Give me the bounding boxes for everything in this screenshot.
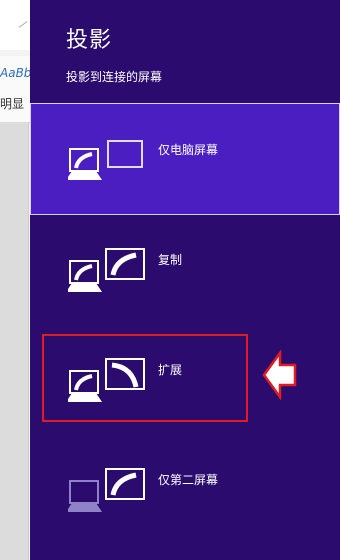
option-label: 扩展 [158, 363, 183, 377]
panel-title: 投影 [66, 28, 113, 53]
duplicate-icon [68, 248, 145, 292]
pc-screen-only-icon [68, 140, 143, 180]
option-duplicate[interactable]: 复制 [30, 215, 340, 327]
option-label: 复制 [158, 253, 183, 267]
background-app: AaBbC 明显 [0, 0, 40, 560]
project-panel: 投影 投影到连接的屏幕 仅电脑屏幕 复制 扩展 仅第二屏幕 [30, 0, 340, 560]
option-pc-screen-only[interactable]: 仅电脑屏幕 [30, 103, 340, 215]
left-arrow-outline-icon [262, 350, 297, 400]
option-label: 仅第二屏幕 [158, 473, 219, 487]
background-toolbar [0, 0, 34, 50]
panel-subtitle: 投影到连接的屏幕 [66, 70, 163, 84]
option-second-screen-only[interactable]: 仅第二屏幕 [30, 435, 340, 547]
background-document [0, 122, 29, 560]
extend-icon [68, 358, 145, 402]
option-label: 仅电脑屏幕 [158, 143, 219, 157]
second-screen-only-icon [68, 468, 145, 512]
style-name-text[interactable]: 明显 [0, 95, 24, 112]
